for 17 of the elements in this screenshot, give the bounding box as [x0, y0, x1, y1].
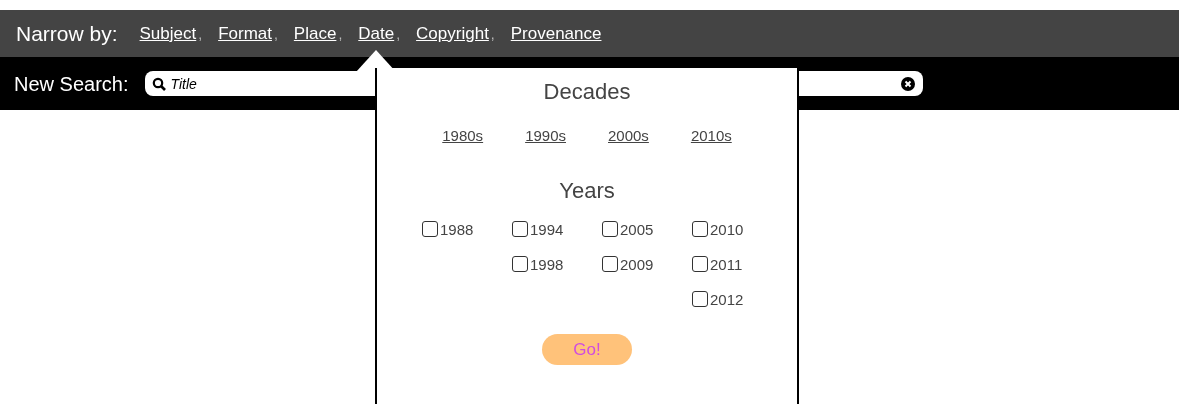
narrow-label: Narrow by:	[16, 21, 118, 46]
year-label: 2005	[620, 220, 654, 238]
year-label: 1998	[530, 255, 564, 273]
year-label: 1988	[440, 220, 474, 238]
separator: ,	[198, 25, 203, 42]
separator: ,	[490, 25, 495, 42]
search-label: New Search:	[14, 72, 129, 97]
year-label: 2009	[620, 255, 654, 273]
separator: ,	[273, 25, 278, 42]
separator: ,	[338, 25, 343, 42]
year-label: 2012	[710, 290, 744, 308]
decades-title: Decades	[542, 79, 632, 105]
separator: ,	[396, 25, 401, 42]
year-label: 1994	[530, 220, 564, 238]
year-label: 2010	[710, 220, 744, 238]
year-label: 2011	[710, 255, 743, 273]
years-title: Years	[558, 178, 616, 204]
